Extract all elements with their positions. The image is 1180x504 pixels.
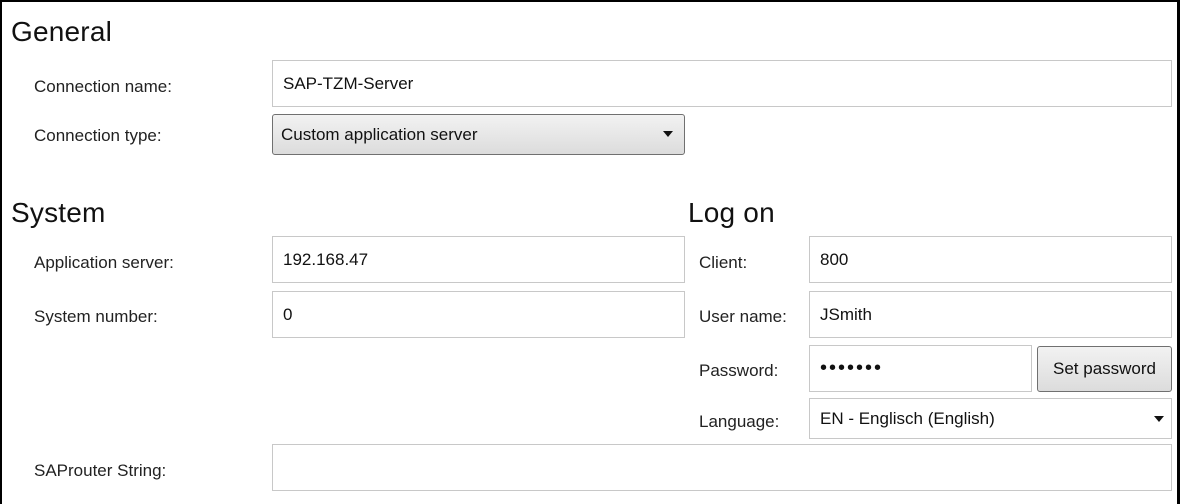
section-title-system: System <box>11 197 106 228</box>
chevron-down-icon <box>663 131 673 137</box>
system-number-label: System number: <box>34 307 158 326</box>
application-server-label: Application server: <box>34 253 174 272</box>
section-title-logon: Log on <box>688 197 775 228</box>
application-server-field[interactable]: 192.168.47 <box>272 236 685 283</box>
connection-name-field[interactable]: SAP-TZM-Server <box>272 60 1172 107</box>
password-label: Password: <box>699 361 779 380</box>
saprouter-string-field[interactable] <box>272 444 1172 491</box>
client-field[interactable]: 800 <box>809 236 1172 283</box>
connection-name-value: SAP-TZM-Server <box>283 73 414 93</box>
user-name-field[interactable]: JSmith <box>809 291 1172 338</box>
section-title-general: General <box>11 16 113 47</box>
language-value: EN - Englisch (English) <box>820 408 995 428</box>
password-field[interactable]: ••••••• <box>809 345 1032 392</box>
system-number-field[interactable]: 0 <box>272 291 685 338</box>
connection-name-label: Connection name: <box>34 77 172 96</box>
user-name-value: JSmith <box>820 304 872 324</box>
language-dropdown[interactable]: EN - Englisch (English) <box>809 398 1172 439</box>
password-value: ••••••• <box>820 357 884 379</box>
saprouter-string-label: SAProuter String: <box>34 461 167 480</box>
connection-type-label: Connection type: <box>34 126 162 145</box>
connection-settings-panel: General Connection name: SAP-TZM-Server … <box>0 0 1180 504</box>
client-label: Client: <box>699 253 748 272</box>
system-number-value: 0 <box>283 304 293 324</box>
application-server-value: 192.168.47 <box>283 249 369 269</box>
chevron-down-icon <box>1154 416 1164 422</box>
user-name-label: User name: <box>699 307 787 326</box>
language-label: Language: <box>699 412 780 431</box>
client-value: 800 <box>820 249 849 269</box>
set-password-button[interactable]: Set password <box>1037 346 1172 392</box>
connection-type-value: Custom application server <box>281 124 478 144</box>
connection-type-dropdown[interactable]: Custom application server <box>272 114 685 155</box>
